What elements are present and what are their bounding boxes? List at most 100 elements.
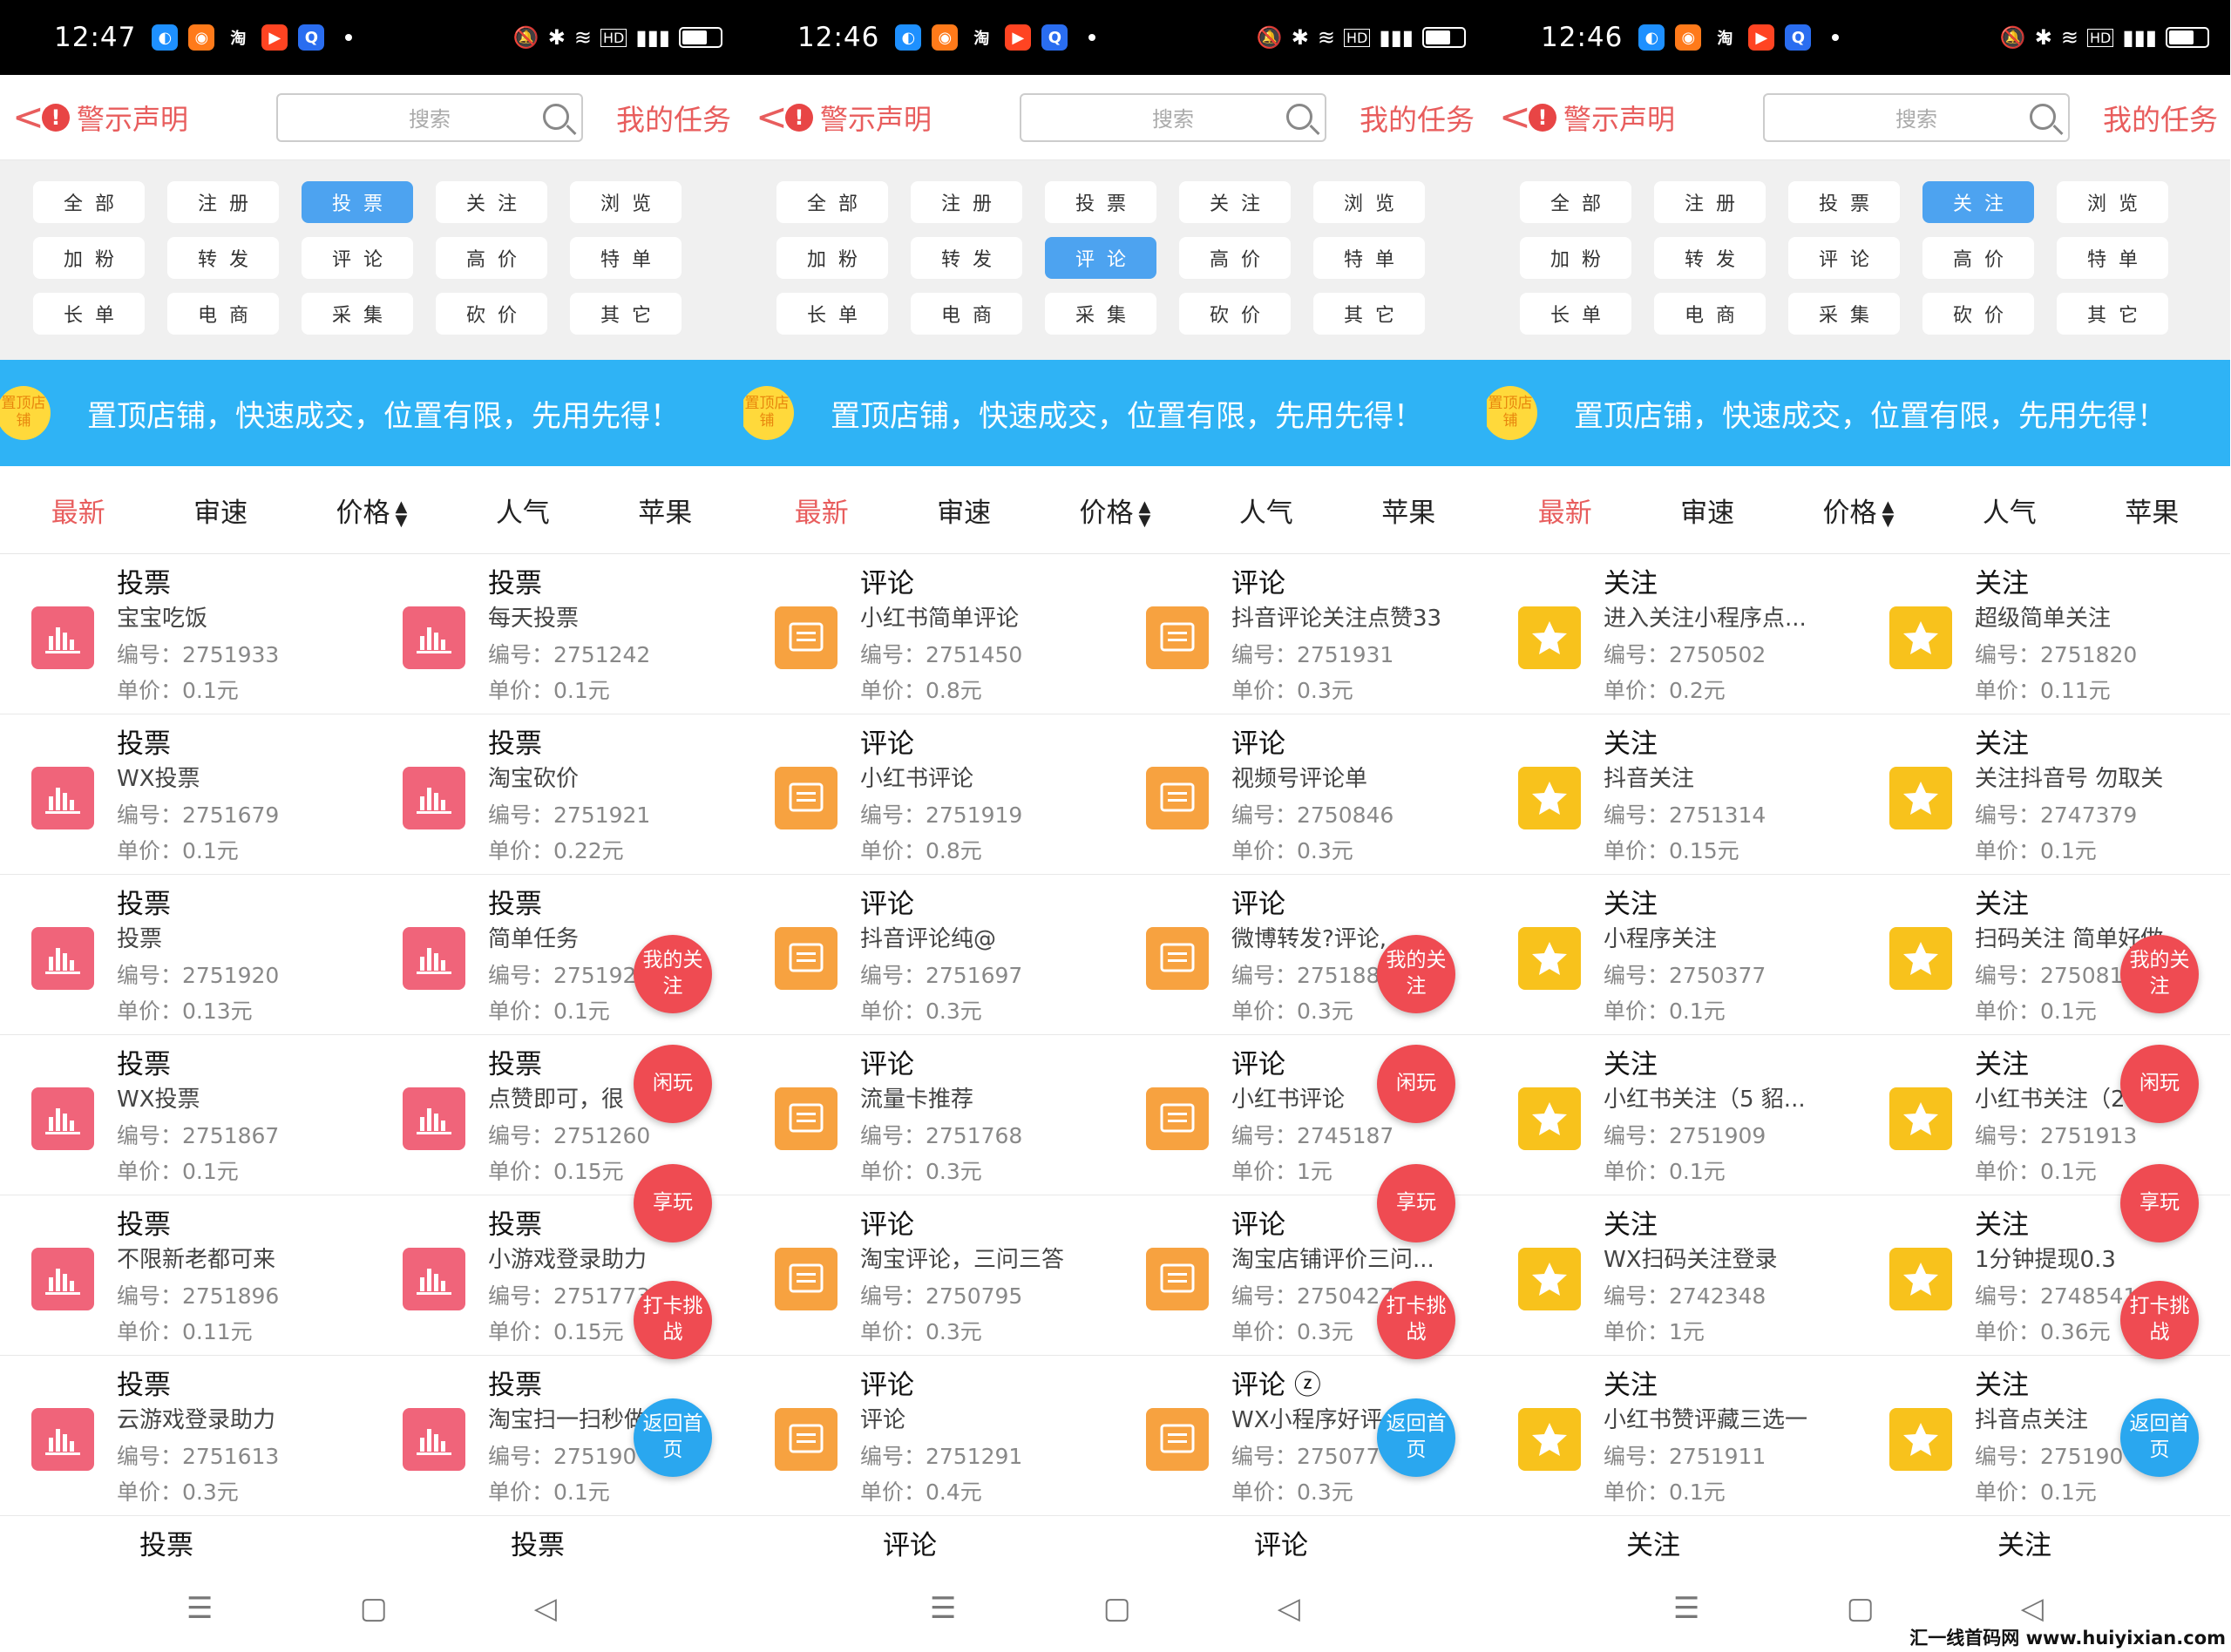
category-button[interactable]: 高价 <box>1179 237 1291 279</box>
category-button[interactable]: 关注 <box>1179 181 1291 223</box>
back-triangle-icon[interactable]: ◁ <box>1278 1591 1300 1626</box>
my-tasks-link[interactable]: 我的任务 <box>1360 97 1475 139</box>
home-square-icon[interactable]: ▢ <box>1103 1591 1131 1626</box>
category-button[interactable]: 砍价 <box>436 293 547 335</box>
task-card[interactable]: 评论 评论 编号：2751291 单价：0.4元 <box>743 1356 1115 1515</box>
category-button[interactable]: 特单 <box>570 237 682 279</box>
back-button[interactable]: < <box>12 98 44 137</box>
search-icon[interactable] <box>543 103 569 130</box>
menu-icon[interactable]: ☰ <box>186 1591 213 1626</box>
task-card[interactable]: 投票 淘宝砍价 编号：2751921 单价：0.22元 <box>371 714 743 874</box>
task-card[interactable]: 评论 流量卡推荐 编号：2751768 单价：0.3元 <box>743 1035 1115 1195</box>
category-button[interactable]: 投票 <box>1045 181 1156 223</box>
category-button[interactable]: 加粉 <box>1520 237 1631 279</box>
sort-tab[interactable]: 苹果 <box>2125 491 2179 530</box>
category-button[interactable]: 评论 <box>1045 237 1156 279</box>
search-icon[interactable] <box>2030 103 2056 130</box>
task-card[interactable]: 关注 进入关注小程序点... 编号：2750502 单价：0.2元 <box>1487 554 1858 714</box>
category-button[interactable]: 全部 <box>1520 181 1631 223</box>
warning-statement-link[interactable]: 警示声明 <box>77 98 188 138</box>
category-button[interactable]: 加粉 <box>776 237 888 279</box>
task-card[interactable]: 评论 视频号评论单 编号：2750846 单价：0.3元 <box>1115 714 1486 874</box>
category-button[interactable]: 长单 <box>776 293 888 335</box>
category-button[interactable]: 采集 <box>302 293 413 335</box>
category-button[interactable]: 高价 <box>436 237 547 279</box>
category-button[interactable]: 长单 <box>1520 293 1631 335</box>
task-card[interactable]: 评论 小红书简单评论 编号：2751450 单价：0.8元 <box>743 554 1115 714</box>
play-fab[interactable]: 闲玩 <box>634 1045 712 1123</box>
my-tasks-link[interactable]: 我的任务 <box>616 97 731 139</box>
checkin-challenge-fab[interactable]: 打卡挑战 <box>1377 1281 1455 1359</box>
category-button[interactable]: 转发 <box>911 237 1022 279</box>
back-triangle-icon[interactable]: ◁ <box>2021 1591 2044 1626</box>
task-card[interactable]: 评论 抖音评论纯@ 编号：2751697 单价：0.3元 <box>743 875 1115 1034</box>
category-button[interactable]: 关注 <box>1922 181 2034 223</box>
task-card[interactable]: 投票 宝宝吃饭 编号：2751933 单价：0.1元 <box>0 554 371 714</box>
category-button[interactable]: 注册 <box>911 181 1022 223</box>
category-button[interactable]: 全部 <box>33 181 145 223</box>
category-button[interactable]: 浏览 <box>2057 181 2168 223</box>
search-input[interactable]: 搜索 <box>276 92 583 142</box>
category-button[interactable]: 评论 <box>302 237 413 279</box>
promo-banner[interactable]: 置顶店铺 置顶店铺，快速成交，位置有限，先用先得！ <box>1487 360 2230 466</box>
sort-tab[interactable]: 人气 <box>496 491 550 530</box>
search-input[interactable]: 搜索 <box>1020 92 1326 142</box>
home-square-icon[interactable]: ▢ <box>360 1591 388 1626</box>
category-button[interactable]: 其它 <box>2057 293 2168 335</box>
category-button[interactable]: 投票 <box>302 181 413 223</box>
task-card[interactable]: 投票 云游戏登录助力 编号：2751613 单价：0.3元 <box>0 1356 371 1515</box>
task-card[interactable]: 关注 小程序关注 编号：2750377 单价：0.1元 <box>1487 875 1858 1034</box>
category-button[interactable]: 砍价 <box>1922 293 2034 335</box>
home-square-icon[interactable]: ▢ <box>1847 1591 1875 1626</box>
back-home-fab[interactable]: 返回首页 <box>1377 1398 1455 1477</box>
sort-tab[interactable]: 审速 <box>1680 491 1734 530</box>
category-button[interactable]: 加粉 <box>33 237 145 279</box>
enjoy-fab[interactable]: 享玩 <box>634 1164 712 1242</box>
category-button[interactable]: 评论 <box>1788 237 1900 279</box>
category-button[interactable]: 采集 <box>1788 293 1900 335</box>
category-button[interactable]: 投票 <box>1788 181 1900 223</box>
task-card[interactable]: 关注 关注抖音号 勿取关 编号：2747379 单价：0.1元 <box>1858 714 2229 874</box>
back-button[interactable]: < <box>756 98 788 137</box>
category-button[interactable]: 特单 <box>1313 237 1425 279</box>
sort-tab[interactable]: 最新 <box>51 491 105 530</box>
category-button[interactable]: 转发 <box>1654 237 1766 279</box>
category-button[interactable]: 电商 <box>1654 293 1766 335</box>
menu-icon[interactable]: ☰ <box>1673 1591 1699 1626</box>
category-button[interactable]: 砍价 <box>1179 293 1291 335</box>
category-button[interactable]: 其它 <box>1313 293 1425 335</box>
task-card[interactable]: 投票 每天投票 编号：2751242 单价：0.1元 <box>371 554 743 714</box>
sort-tab[interactable]: 审速 <box>937 491 991 530</box>
sort-tab[interactable]: 价格 ▲ ▼ <box>1823 491 1895 530</box>
category-button[interactable]: 特单 <box>2057 237 2168 279</box>
back-home-fab[interactable]: 返回首页 <box>634 1398 712 1477</box>
category-button[interactable]: 关注 <box>436 181 547 223</box>
category-button[interactable]: 电商 <box>167 293 279 335</box>
my-follow-fab[interactable]: 我的关注 <box>2120 935 2199 1013</box>
category-button[interactable]: 转发 <box>167 237 279 279</box>
sort-tab[interactable]: 苹果 <box>1381 491 1435 530</box>
task-card[interactable]: 评论 抖音评论关注点赞33 编号：2751931 单价：0.3元 <box>1115 554 1486 714</box>
sort-tab[interactable]: 价格 ▲ ▼ <box>1080 491 1151 530</box>
task-card[interactable]: 投票 不限新老都可来 编号：2751896 单价：0.11元 <box>0 1195 371 1355</box>
task-card[interactable]: 评论 小红书评论 编号：2751919 单价：0.8元 <box>743 714 1115 874</box>
my-tasks-link[interactable]: 我的任务 <box>2103 97 2218 139</box>
sort-tab[interactable]: 价格 ▲ ▼ <box>336 491 408 530</box>
my-follow-fab[interactable]: 我的关注 <box>1377 935 1455 1013</box>
sort-tab[interactable]: 最新 <box>795 491 849 530</box>
category-button[interactable]: 其它 <box>570 293 682 335</box>
play-fab[interactable]: 闲玩 <box>1377 1045 1455 1123</box>
category-button[interactable]: 浏览 <box>570 181 682 223</box>
task-card[interactable]: 关注 超级简单关注 编号：2751820 单价：0.11元 <box>1858 554 2229 714</box>
my-follow-fab[interactable]: 我的关注 <box>634 935 712 1013</box>
sort-tab[interactable]: 苹果 <box>638 491 692 530</box>
play-fab[interactable]: 闲玩 <box>2120 1045 2199 1123</box>
category-button[interactable]: 浏览 <box>1313 181 1425 223</box>
task-card[interactable]: 投票 投票 编号：2751920 单价：0.13元 <box>0 875 371 1034</box>
category-button[interactable]: 长单 <box>33 293 145 335</box>
task-card[interactable]: 关注 小红书关注（5 貂... 编号：2751909 单价：0.1元 <box>1487 1035 1858 1195</box>
sort-tab[interactable]: 人气 <box>1983 491 2037 530</box>
category-button[interactable]: 全部 <box>776 181 888 223</box>
back-triangle-icon[interactable]: ◁ <box>534 1591 557 1626</box>
promo-banner[interactable]: 置顶店铺 置顶店铺，快速成交，位置有限，先用先得！ <box>743 360 1487 466</box>
